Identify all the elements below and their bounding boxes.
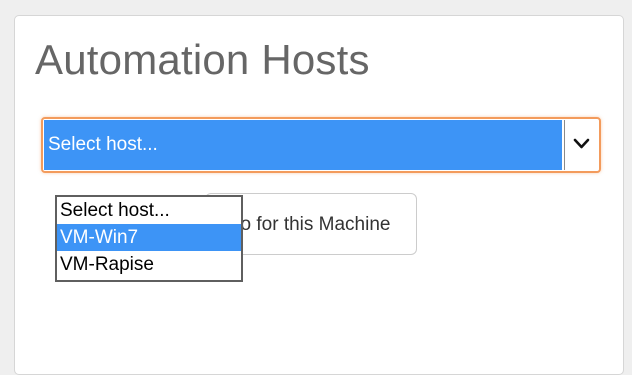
- host-select[interactable]: Select host...: [41, 117, 601, 173]
- dropdown-option-select-host[interactable]: Select host...: [57, 197, 241, 224]
- chevron-down-icon: [573, 138, 590, 149]
- host-select-value[interactable]: Select host...: [44, 120, 562, 170]
- dropdown-option-vm-win7[interactable]: VM-Win7: [57, 224, 241, 251]
- host-select-toggle[interactable]: [564, 120, 598, 170]
- dropdown-option-vm-rapise[interactable]: VM-Rapise: [57, 251, 241, 278]
- panel-title: Automation Hosts: [35, 36, 370, 83]
- automation-hosts-panel: Automation Hosts Select host... Auto for…: [14, 15, 624, 375]
- host-dropdown-list[interactable]: Select host... VM-Win7 VM-Rapise: [55, 195, 243, 282]
